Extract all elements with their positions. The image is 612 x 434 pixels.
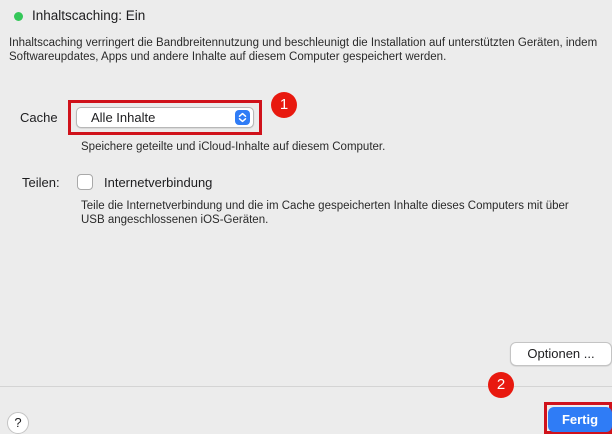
- annotation-marker-1: 1: [271, 92, 297, 118]
- cache-subtext: Speichere geteilte und iCloud-Inhalte au…: [81, 141, 386, 153]
- footer-divider: [0, 386, 612, 387]
- share-subtext: Teile die Internetverbindung und die im …: [81, 200, 569, 226]
- options-button[interactable]: Optionen ...: [510, 342, 612, 366]
- internet-connection-checkbox[interactable]: [77, 174, 93, 190]
- cache-select[interactable]: Alle Inhalte: [76, 107, 254, 128]
- help-button[interactable]: ?: [7, 412, 29, 434]
- internet-connection-label[interactable]: Internetverbindung: [104, 175, 212, 190]
- description-text: Inhaltscaching verringert die Bandbreite…: [9, 37, 598, 63]
- up-down-chevron-icon: [235, 110, 250, 125]
- done-button[interactable]: Fertig: [548, 407, 612, 432]
- cache-select-value: Alle Inhalte: [91, 110, 156, 125]
- cache-label: Cache: [20, 110, 58, 125]
- share-label: Teilen:: [22, 175, 60, 190]
- annotation-marker-2: 2: [488, 372, 514, 398]
- status-title: Inhaltscaching: Ein: [32, 8, 146, 23]
- status-indicator-icon: [14, 12, 23, 21]
